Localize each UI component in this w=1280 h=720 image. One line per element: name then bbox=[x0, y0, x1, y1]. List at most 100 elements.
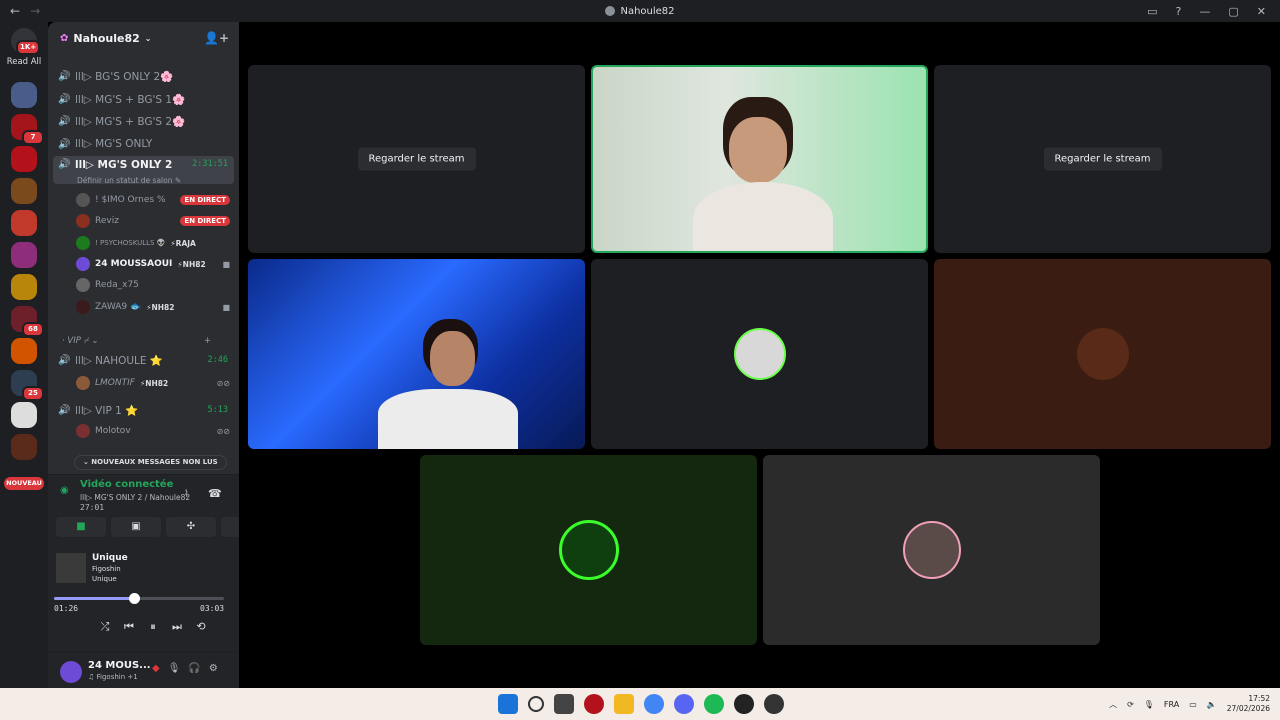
server-rail: 1K+ Read All 7 68 25 NOUVEAU bbox=[0, 22, 48, 688]
voice-member[interactable]: LMONTIF ⚡NH82 ⊘⊘ bbox=[76, 373, 230, 393]
voice-channel[interactable]: 🔊 lll▷ NAHOULE ⭐ 2:46 bbox=[58, 350, 234, 370]
help-icon[interactable]: ? bbox=[1176, 5, 1182, 18]
previous-icon[interactable]: ⏮ bbox=[124, 620, 134, 634]
song-album: Unique bbox=[92, 575, 117, 583]
server-icon[interactable] bbox=[11, 210, 37, 236]
maximize-icon[interactable]: ▢ bbox=[1228, 5, 1238, 18]
game-icon[interactable]: ◆ bbox=[152, 663, 160, 674]
channel-name: lll▷ MG'S ONLY 2 bbox=[75, 159, 173, 171]
participant-tile[interactable] bbox=[420, 455, 757, 645]
settings-gear-icon[interactable]: ⚙ bbox=[209, 663, 218, 674]
language-indicator[interactable]: FRA bbox=[1164, 700, 1179, 709]
mention-badge: 7 bbox=[22, 130, 44, 145]
participant-avatar bbox=[558, 520, 619, 580]
camera-icon: ■ bbox=[222, 302, 230, 312]
microphone-icon[interactable]: 🎙 bbox=[168, 663, 181, 674]
task-view-icon[interactable] bbox=[554, 694, 574, 714]
volume-icon[interactable]: 🔈 bbox=[1207, 700, 1217, 709]
category-vip[interactable]: · VIP ⌿ ⌄ + bbox=[62, 336, 211, 346]
app-icon[interactable] bbox=[584, 694, 604, 714]
voice-member[interactable]: ! PSYCHOSKULLS 👽 ⚡RAJA bbox=[76, 233, 230, 253]
app-icon[interactable] bbox=[764, 694, 784, 714]
voice-member[interactable]: Reviz EN DIRECT bbox=[76, 211, 230, 231]
system-clock[interactable]: 17:52 27/02/2026 bbox=[1227, 694, 1270, 714]
participant-tile[interactable] bbox=[763, 455, 1100, 645]
server-icon[interactable] bbox=[11, 242, 37, 268]
connection-signal-icon: ◉ bbox=[60, 485, 69, 496]
progress-fill bbox=[54, 597, 134, 600]
new-badge: NOUVEAU bbox=[4, 477, 44, 490]
sync-icon[interactable]: ⟳ bbox=[1127, 700, 1134, 709]
watch-stream-button[interactable]: Regarder le stream bbox=[357, 147, 476, 171]
add-channel-icon[interactable]: + bbox=[204, 336, 211, 346]
channel-status-hint[interactable]: Définir un statut de salon ✎ bbox=[77, 176, 181, 185]
voice-channel-path[interactable]: lll▷ MG'S ONLY 2 / Nahoule82 bbox=[80, 493, 190, 502]
song-progress-bar[interactable] bbox=[54, 593, 224, 604]
camera-tile[interactable] bbox=[248, 259, 585, 449]
clock-time: 17:52 bbox=[1248, 694, 1270, 703]
voice-channel[interactable]: 🔊 lll▷ VIP 1 ⭐ 5:13 bbox=[58, 400, 234, 420]
server-icon[interactable] bbox=[11, 402, 37, 428]
server-icon[interactable] bbox=[11, 178, 37, 204]
spotify-icon[interactable] bbox=[704, 694, 724, 714]
windows-start-icon[interactable] bbox=[498, 694, 518, 714]
voice-channel[interactable]: 🔊 lll▷ BG'S ONLY 2🌸 bbox=[58, 66, 234, 86]
search-icon[interactable] bbox=[528, 696, 544, 712]
stream-tile[interactable]: Regarder le stream bbox=[248, 65, 585, 253]
server-icon[interactable] bbox=[11, 338, 37, 364]
participant-tile[interactable] bbox=[591, 259, 928, 449]
avatar bbox=[76, 376, 90, 390]
voice-channel[interactable]: 🔊 lll▷ MG'S + BG'S 2🌸 bbox=[58, 111, 234, 131]
stream-tile[interactable]: Regarder le stream bbox=[934, 65, 1271, 253]
voice-member[interactable]: Molotov ⊘⊘ bbox=[76, 421, 230, 441]
user-name[interactable]: 24 MOUS... bbox=[88, 660, 151, 671]
headphones-icon[interactable]: 🎧 bbox=[188, 663, 200, 674]
voice-channel[interactable]: 🔊 lll▷ MG'S ONLY bbox=[58, 134, 234, 154]
server-icon[interactable] bbox=[11, 82, 37, 108]
camera-button[interactable]: ■ bbox=[56, 517, 106, 537]
network-icon[interactable]: ▭ bbox=[1189, 700, 1197, 709]
server-header[interactable]: ✿ Nahoule82 ⌄ 👤+ bbox=[48, 22, 239, 54]
chevron-up-icon[interactable]: ︿ bbox=[1109, 699, 1117, 710]
disconnect-icon[interactable]: ☎ bbox=[208, 487, 222, 500]
pause-icon[interactable]: ⏸ bbox=[148, 620, 158, 634]
webcam-video bbox=[693, 97, 833, 251]
member-name: ! $IMO Ornes % bbox=[95, 195, 166, 205]
minimize-icon[interactable]: — bbox=[1199, 5, 1210, 18]
progress-knob[interactable] bbox=[128, 593, 140, 604]
deafened-icon: ⊘⊘ bbox=[216, 426, 230, 436]
speaker-icon: 🔊 bbox=[58, 93, 71, 105]
screen-share-button[interactable]: ▣ bbox=[111, 517, 161, 537]
read-all-button[interactable]: Read All bbox=[0, 57, 48, 67]
chrome-icon[interactable] bbox=[644, 694, 664, 714]
repeat-icon[interactable]: ⟲ bbox=[196, 620, 206, 634]
clock-date: 27/02/2026 bbox=[1226, 704, 1270, 713]
next-icon[interactable]: ⏭ bbox=[172, 620, 182, 634]
watch-stream-button[interactable]: Regarder le stream bbox=[1043, 147, 1162, 171]
inbox-icon[interactable]: ▭ bbox=[1147, 5, 1157, 18]
discord-icon[interactable] bbox=[674, 694, 694, 714]
soundboard-button[interactable]: ♪ bbox=[221, 517, 239, 537]
voice-member[interactable]: 24 MOUSSAOUI ⚡NH82 ■ bbox=[76, 254, 230, 274]
file-explorer-icon[interactable] bbox=[614, 694, 634, 714]
unread-messages-pill[interactable]: ⌄ NOUVEAUX MESSAGES NON LUS bbox=[74, 455, 227, 470]
invite-user-icon[interactable]: 👤+ bbox=[204, 31, 229, 45]
channel-timer: 5:13 bbox=[207, 405, 228, 415]
voice-channel[interactable]: 🔊 lll▷ MG'S + BG'S 1🌸 bbox=[58, 89, 234, 109]
close-icon[interactable]: ✕ bbox=[1257, 5, 1266, 18]
activities-button[interactable]: ✣ bbox=[166, 517, 216, 537]
user-avatar[interactable] bbox=[60, 661, 82, 683]
noise-suppression-icon[interactable]: ⌇ bbox=[184, 489, 189, 500]
server-icon[interactable] bbox=[11, 146, 37, 172]
shuffle-icon[interactable]: ⤮ bbox=[100, 620, 110, 634]
camera-icon: ■ bbox=[222, 259, 230, 269]
camera-tile[interactable] bbox=[591, 65, 928, 253]
server-icon[interactable] bbox=[11, 434, 37, 460]
participant-tile[interactable] bbox=[934, 259, 1271, 449]
g-app-icon[interactable] bbox=[734, 694, 754, 714]
voice-member[interactable]: ZAWA9 🐟 ⚡NH82 ■ bbox=[76, 297, 230, 317]
server-icon[interactable] bbox=[11, 274, 37, 300]
microphone-icon[interactable]: 🎙 bbox=[1144, 700, 1154, 709]
voice-member[interactable]: ! $IMO Ornes % EN DIRECT bbox=[76, 190, 230, 210]
voice-member[interactable]: Reda_x75 bbox=[76, 275, 230, 295]
